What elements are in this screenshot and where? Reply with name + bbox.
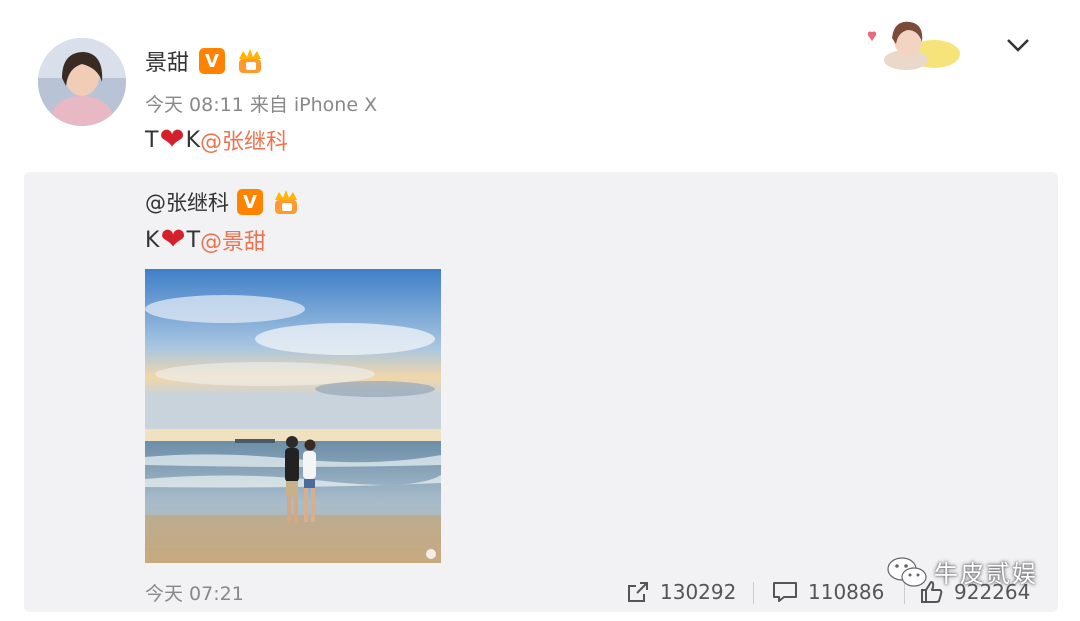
post-text-start: T [145,127,159,153]
forward-count: 130292 [660,580,737,604]
weibo-post-card: 景甜 V 今天 08:11 来自 iPhone X T ❤ K @张继科 @张继… [0,0,1080,621]
repost-author-row: @张继科 V [145,187,301,217]
mention-link[interactable]: @张继科 [200,124,288,156]
post-text-end: K [185,127,201,153]
repost-text-start: K [145,227,160,253]
post-content: T ❤ K @张继科 [145,124,288,156]
watermark: 牛皮贰娱 [886,554,1038,589]
share-icon [628,582,648,602]
card-decoration-icon [867,21,960,70]
beach-photo[interactable] [145,269,441,563]
forward-button[interactable]: 130292 [626,576,736,608]
watermark-text: 牛皮贰娱 [934,560,1038,588]
post-device[interactable]: iPhone X [294,94,377,116]
repost-text-end: T [186,227,201,253]
repost-author-name[interactable]: @张继科 [145,187,229,217]
comment-icon [773,582,797,602]
repost-mention-link[interactable]: @景甜 [200,224,266,256]
repost-time[interactable]: 今天 07:21 [145,579,244,606]
heart-icon: ❤ [159,122,185,157]
chevron-down-icon[interactable] [1004,34,1032,56]
post-time[interactable]: 今天 08:11 [145,94,244,116]
comment-count: 110886 [808,580,885,604]
action-divider [753,582,754,604]
wechat-logo-icon [887,556,927,587]
comment-button[interactable]: 110886 [772,576,884,608]
author-name[interactable]: 景甜 [145,45,189,77]
source-prefix: 来自 [249,94,288,116]
verified-badge-icon: V [199,48,226,74]
repost-vip-level-icon [275,190,297,214]
author-row: 景甜 V [145,44,265,78]
repost-verified-badge-icon: V [237,189,263,215]
repost-container: @张继科 V K ❤ T @景甜 今天 07:21 130292 110886 … [24,172,1058,612]
repost-heart-icon: ❤ [160,222,186,257]
author-avatar[interactable] [38,38,126,126]
vip-level-icon [239,49,262,73]
post-meta: 今天 08:11 来自 iPhone X [145,90,377,117]
repost-content: K ❤ T @景甜 [145,224,266,256]
